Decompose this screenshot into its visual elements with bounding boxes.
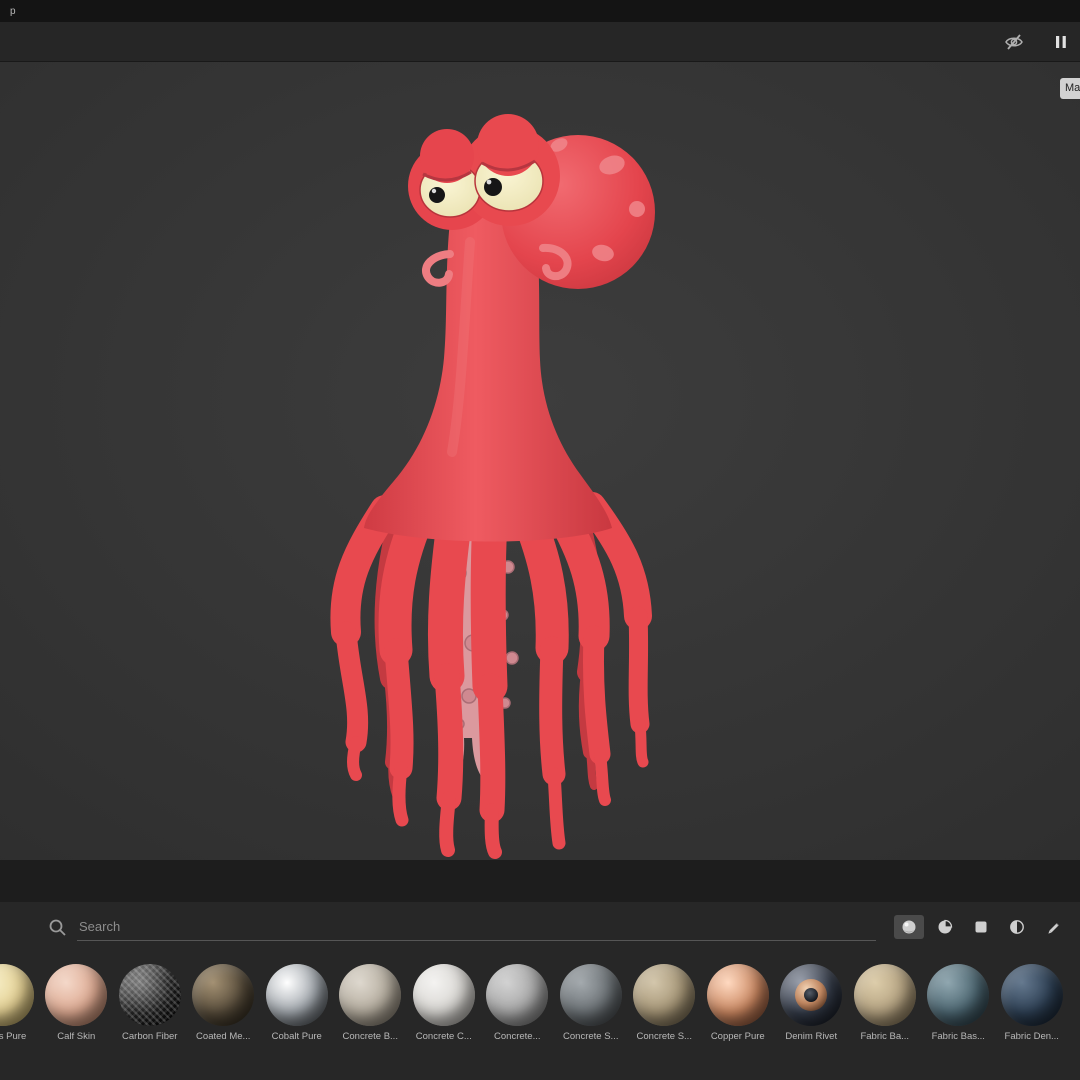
- filter-materials-button[interactable]: [894, 915, 924, 939]
- material-sphere: [559, 964, 622, 1026]
- material-item[interactable]: Concrete S...: [628, 964, 702, 1042]
- materials-list: Brass Pure Calf Skin Carbon Fiber Coated Me…: [0, 952, 1080, 1042]
- materials-panel-handle[interactable]: Ma: [1060, 78, 1080, 99]
- rivet-detail: [795, 979, 828, 1011]
- material-label: Fabric Ba...: [860, 1031, 910, 1042]
- material-label: Carbon Fiber: [122, 1031, 178, 1042]
- pencil-icon: [1048, 923, 1059, 934]
- material-label: Brass Pure: [0, 1031, 27, 1042]
- material-label: Coated Me...: [196, 1031, 251, 1042]
- material-item[interactable]: Denim Rivet: [775, 964, 849, 1042]
- material-sphere: [118, 964, 181, 1026]
- material-sphere: [0, 964, 34, 1026]
- assets-panel: Brass Pure Calf Skin Carbon Fiber Coated Me…: [0, 902, 1080, 1080]
- pause-button[interactable]: [1050, 31, 1072, 53]
- filter-smart-materials-button[interactable]: [930, 915, 960, 939]
- material-label: Denim Rivet: [785, 1031, 838, 1042]
- titlebar: p: [0, 0, 1080, 22]
- material-label: Calf Skin: [57, 1031, 96, 1042]
- visibility-off-icon: [1005, 33, 1023, 50]
- material-item[interactable]: Cobalt Pure: [260, 964, 334, 1042]
- material-item[interactable]: Brass Pure: [0, 964, 40, 1042]
- search-icon: [48, 918, 67, 937]
- window-title: p: [10, 5, 16, 17]
- material-sphere: [780, 964, 843, 1026]
- material-label: Cobalt Pure: [271, 1031, 322, 1042]
- material-item[interactable]: Coated Me...: [187, 964, 261, 1042]
- material-item[interactable]: Calf Skin: [40, 964, 114, 1042]
- three-quarter-disc-icon: [938, 919, 953, 934]
- material-sphere: [706, 964, 769, 1026]
- divider-strip: [0, 860, 1080, 902]
- filter-brushes-button[interactable]: [1038, 915, 1068, 939]
- visibility-off-button[interactable]: [1000, 29, 1028, 55]
- material-sphere: [927, 964, 990, 1026]
- material-sphere: [339, 964, 402, 1026]
- material-sphere: [853, 964, 916, 1026]
- material-item[interactable]: Concrete...: [481, 964, 555, 1042]
- panel-handle-label: Ma: [1065, 82, 1080, 94]
- material-label: Concrete C...: [415, 1031, 472, 1042]
- material-label: Fabric Den...: [1004, 1031, 1059, 1042]
- pause-icon: [1056, 35, 1066, 48]
- octopus-model: [0, 62, 1080, 860]
- material-item[interactable]: Fabric Ba...: [848, 964, 922, 1042]
- search-row: [0, 902, 1080, 952]
- material-label: Concrete S...: [636, 1031, 692, 1042]
- toolbar: [0, 22, 1080, 62]
- material-sphere: [1000, 964, 1063, 1026]
- viewport-3d[interactable]: Ma: [0, 62, 1080, 860]
- app-window: p Ma Search s Pure Calf Skin Carbon Fibe…: [0, 0, 1080, 1080]
- material-item[interactable]: Fabric Bas...: [922, 964, 996, 1042]
- material-item[interactable]: Fabric Den...: [995, 964, 1069, 1042]
- material-label: Concrete B...: [342, 1031, 398, 1042]
- material-label: Fabric Bas...: [931, 1031, 985, 1042]
- material-item[interactable]: Concrete S...: [554, 964, 628, 1042]
- material-sphere: [412, 964, 475, 1026]
- material-sphere: [265, 964, 328, 1026]
- material-sphere: [486, 964, 549, 1026]
- material-label: Copper Pure: [710, 1031, 765, 1042]
- material-label: Concrete S...: [563, 1031, 619, 1042]
- material-item[interactable]: Concrete B...: [334, 964, 408, 1042]
- filter-textures-button[interactable]: [966, 915, 996, 939]
- material-sphere: [192, 964, 255, 1026]
- material-item[interactable]: Concrete C...: [407, 964, 481, 1042]
- material-item[interactable]: Carbon Fiber: [113, 964, 187, 1042]
- filter-half-disc-button[interactable]: [1002, 915, 1032, 939]
- material-label: Concrete...: [494, 1031, 541, 1042]
- asset-type-filters: [894, 915, 1068, 939]
- search-input[interactable]: [77, 913, 876, 941]
- half-disc-icon: [1010, 920, 1024, 934]
- material-sphere: [633, 964, 696, 1026]
- material-item[interactable]: Copper Pure: [701, 964, 775, 1042]
- sphere-icon: [902, 920, 916, 934]
- material-sphere: [45, 964, 108, 1026]
- square-icon: [975, 921, 987, 933]
